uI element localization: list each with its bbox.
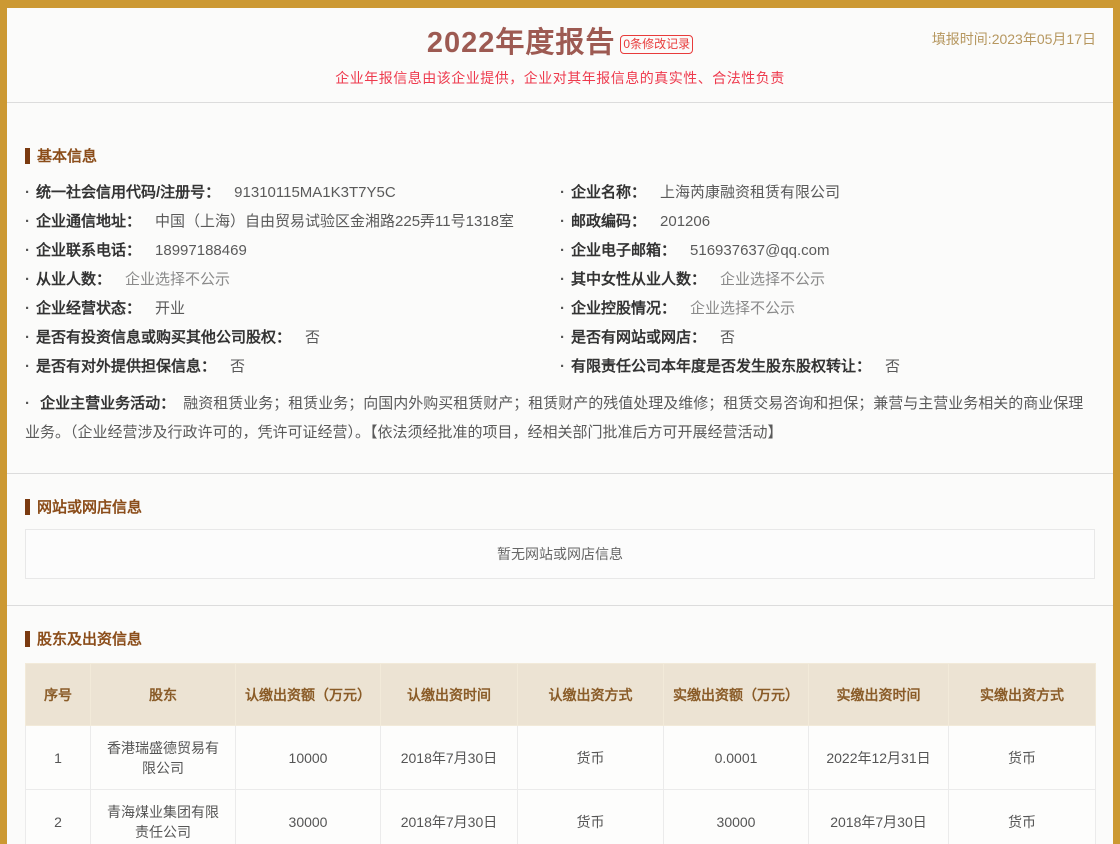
field-holding-status: 企业控股情况：企业选择不公示 (560, 294, 1095, 323)
table-cell: 青海煤业集团有限责任公司 (91, 790, 236, 844)
table-cell: 货币 (518, 790, 664, 844)
website-info-title: 网站或网店信息 (25, 496, 1095, 517)
field-has-website: 是否有网站或网店：否 (560, 323, 1095, 352)
basic-info-title: 基本信息 (25, 145, 1095, 166)
modification-records-badge[interactable]: 0条修改记录 (620, 35, 693, 54)
header-cell-subscribed-method: 认缴出资方式 (518, 664, 664, 726)
table-cell: 香港瑞盛德贸易有限公司 (91, 726, 236, 790)
field-main-business: 企业主营业务活动：融资租赁业务；租赁业务；向国内外购买租赁财产；租赁财产的残值处… (25, 389, 1095, 447)
table-cell: 30000 (664, 790, 809, 844)
page-title: 2022年度报告 (427, 26, 616, 60)
field-employee-count: 从业人数：企业选择不公示 (25, 265, 560, 294)
table-cell: 2022年12月31日 (809, 726, 949, 790)
table-cell: 0.0001 (664, 726, 809, 790)
header-divider (7, 102, 1113, 103)
header-cell-subscribed-amount: 认缴出资额（万元） (236, 664, 381, 726)
table-row: 1 香港瑞盛德贸易有限公司 10000 2018年7月30日 货币 0.0001… (26, 726, 1096, 790)
field-address: 企业通信地址：中国（上海）自由贸易试验区金湘路225弄11号1318室 (25, 207, 560, 236)
shareholders-title: 股东及出资信息 (25, 628, 1095, 649)
section-divider (7, 605, 1113, 606)
table-row: 2 青海煤业集团有限责任公司 30000 2018年7月30日 货币 30000… (26, 790, 1096, 844)
field-operating-status: 企业经营状态：开业 (25, 294, 560, 323)
field-email: 企业电子邮箱：516937637@qq.com (560, 236, 1095, 265)
field-company-name: 企业名称：上海芮康融资租赁有限公司 (560, 178, 1095, 207)
table-header-row: 序号 股东 认缴出资额（万元） 认缴出资时间 认缴出资方式 实缴出资额（万元） … (26, 664, 1096, 726)
header-cell-paid-method: 实缴出资方式 (949, 664, 1096, 726)
section-marker-bar (25, 148, 30, 164)
header-cell-subscribed-date: 认缴出资时间 (381, 664, 518, 726)
section-marker-bar (25, 499, 30, 515)
table-cell: 2018年7月30日 (809, 790, 949, 844)
section-marker-bar (25, 631, 30, 647)
section-divider (7, 473, 1113, 474)
field-female-employee-count: 其中女性从业人数：企业选择不公示 (560, 265, 1095, 294)
header-cell-shareholder: 股东 (91, 664, 236, 726)
section-basic-info: 基本信息 统一社会信用代码/注册号：91310115MA1K3T7Y5C 企业名… (7, 145, 1113, 447)
table-cell: 2018年7月30日 (381, 790, 518, 844)
annual-report-page: 2022年度报告 0条修改记录 填报时间:2023年05月17日 企业年报信息由… (0, 0, 1120, 844)
field-phone: 企业联系电话：18997188469 (25, 236, 560, 265)
header-cell-paid-amount: 实缴出资额（万元） (664, 664, 809, 726)
table-cell: 货币 (949, 790, 1096, 844)
field-has-investment: 是否有投资信息或购买其他公司股权：否 (25, 323, 560, 352)
table-cell: 2018年7月30日 (381, 726, 518, 790)
section-title-text: 基本信息 (37, 145, 97, 166)
section-title-text: 网站或网店信息 (37, 496, 142, 517)
report-header: 2022年度报告 0条修改记录 填报时间:2023年05月17日 企业年报信息由… (7, 8, 1113, 88)
table-cell: 1 (26, 726, 91, 790)
website-empty-message: 暂无网站或网店信息 (25, 529, 1095, 579)
header-cell-paid-date: 实缴出资时间 (809, 664, 949, 726)
field-has-guarantee: 是否有对外提供担保信息：否 (25, 352, 560, 381)
table-cell: 2 (26, 790, 91, 844)
table-cell: 10000 (236, 726, 381, 790)
fill-time: 填报时间:2023年05月17日 (932, 29, 1096, 49)
section-website-info: 网站或网店信息 暂无网站或网店信息 (7, 496, 1113, 579)
table-cell: 货币 (949, 726, 1096, 790)
table-cell: 货币 (518, 726, 664, 790)
header-cell-seq: 序号 (26, 664, 91, 726)
section-title-text: 股东及出资信息 (37, 628, 142, 649)
field-postal-code: 邮政编码：201206 (560, 207, 1095, 236)
field-equity-transfer: 有限责任公司本年度是否发生股东股权转让：否 (560, 352, 1095, 381)
disclaimer-subtitle: 企业年报信息由该企业提供，企业对其年报信息的真实性、合法性负责 (7, 68, 1113, 88)
shareholders-table: 序号 股东 认缴出资额（万元） 认缴出资时间 认缴出资方式 实缴出资额（万元） … (25, 663, 1096, 844)
field-credit-code: 统一社会信用代码/注册号：91310115MA1K3T7Y5C (25, 178, 560, 207)
section-shareholders: 股东及出资信息 序号 股东 认缴出资额（万元） 认缴出资时间 认缴出资方式 实缴… (7, 628, 1113, 844)
basic-info-fields: 统一社会信用代码/注册号：91310115MA1K3T7Y5C 企业名称：上海芮… (25, 178, 1095, 381)
table-cell: 30000 (236, 790, 381, 844)
